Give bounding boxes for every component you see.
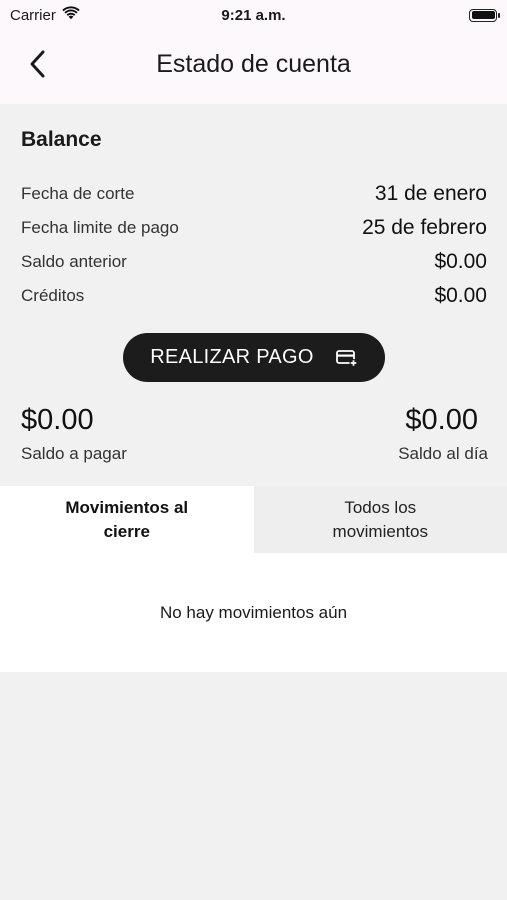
status-bar-left: Carrier bbox=[10, 6, 80, 24]
row-label: Saldo anterior bbox=[21, 252, 127, 271]
row-value: $0.00 bbox=[434, 250, 487, 273]
tab-label: Movimientos al cierre bbox=[65, 497, 189, 541]
credit-card-plus-icon bbox=[335, 349, 358, 367]
balance-section: Balance Fecha de corte 31 de enero Fecha… bbox=[0, 104, 507, 486]
status-bar: Carrier 9:21 a.m. bbox=[0, 0, 507, 30]
row-value: $0.00 bbox=[434, 284, 487, 307]
row-label: Fecha limite de pago bbox=[21, 218, 179, 237]
navigation-bar: Estado de cuenta bbox=[0, 30, 507, 104]
empty-state-message: No hay movimientos aún bbox=[159, 603, 348, 622]
row-value: 31 de enero bbox=[374, 182, 487, 205]
current-balance-label: Saldo al día bbox=[398, 444, 488, 463]
row-label: Créditos bbox=[21, 286, 85, 305]
amount-to-pay-label: Saldo a pagar bbox=[21, 444, 127, 463]
page-title: Estado de cuenta bbox=[156, 50, 351, 78]
tab-closing-movements[interactable]: Movimientos al cierre bbox=[0, 486, 254, 553]
balance-row-credits: Créditos $0.00 bbox=[21, 281, 487, 311]
make-payment-label: REALIZAR PAGO bbox=[150, 346, 314, 368]
tab-label: Todos los movimientos bbox=[332, 497, 428, 541]
tab-all-movements[interactable]: Todos los movimientos bbox=[253, 486, 507, 553]
balance-row-cutoff-date: Fecha de corte 31 de enero bbox=[21, 179, 487, 209]
row-label: Fecha de corte bbox=[21, 184, 135, 203]
amount-to-pay-value: $0.00 bbox=[21, 404, 94, 436]
make-payment-button[interactable]: REALIZAR PAGO bbox=[123, 333, 385, 382]
wifi-icon bbox=[62, 6, 80, 24]
movements-list: No hay movimientos aún bbox=[0, 553, 507, 672]
carrier-label: Carrier bbox=[10, 6, 56, 24]
current-balance-value: $0.00 bbox=[405, 404, 478, 436]
movements-tabs: Movimientos al cierre Todos los movimien… bbox=[0, 486, 507, 553]
battery-icon bbox=[469, 8, 500, 22]
balance-row-previous-balance: Saldo anterior $0.00 bbox=[21, 247, 487, 277]
balance-row-payment-due-date: Fecha limite de pago 25 de febrero bbox=[21, 213, 487, 243]
balance-heading: Balance bbox=[21, 128, 102, 151]
row-value: 25 de febrero bbox=[362, 216, 487, 239]
